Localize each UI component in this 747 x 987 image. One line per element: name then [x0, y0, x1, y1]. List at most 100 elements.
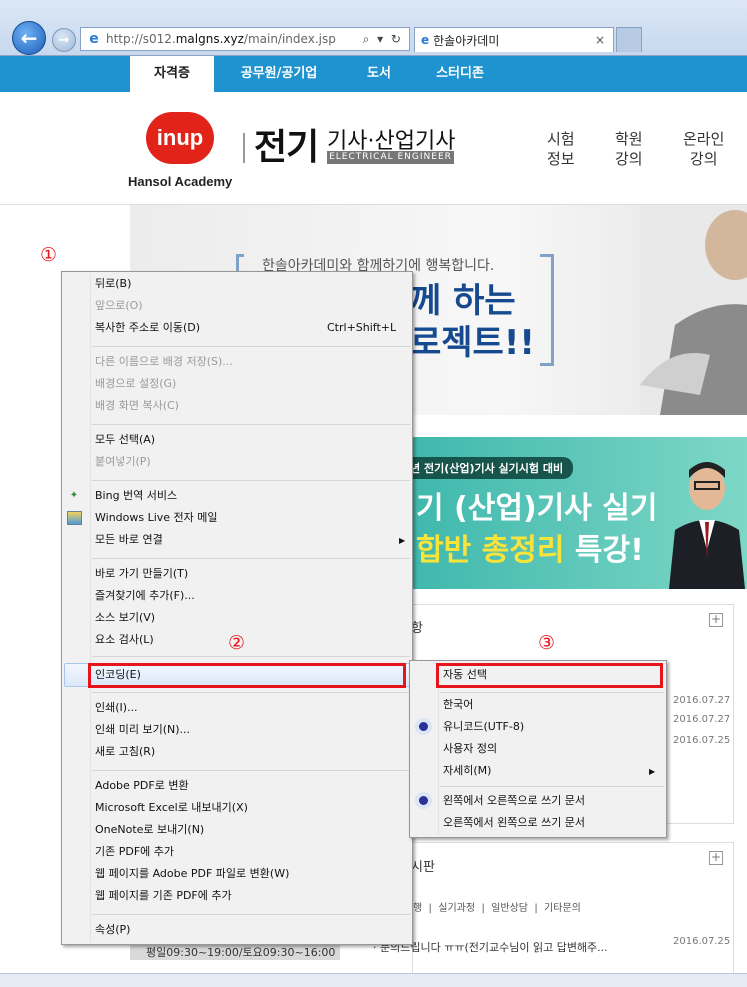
menu-item-forward[interactable]: 앞으로(O) [95, 296, 143, 316]
board-more-icon[interactable]: + [709, 851, 723, 865]
topnav-books[interactable]: 도서 [344, 56, 414, 92]
status-bar [0, 973, 747, 987]
address-tools-icons[interactable]: ⌕ ▾ ↻ [363, 32, 403, 47]
notice-date: 2016.07.25 [673, 735, 731, 746]
mainnav-academy[interactable]: 학원 강의 [615, 129, 643, 169]
hero-headline: 께 하는 로젝트!! [410, 280, 535, 364]
menu-item-save-background[interactable]: 다른 이름으로 배경 저장(S)... [95, 352, 233, 372]
mainnav-online[interactable]: 온라인강의 [683, 129, 724, 169]
step-marker-1: ① [40, 244, 58, 266]
mainnav-label: 정보 [547, 150, 575, 168]
menu-item-refresh[interactable]: 새로 고침(R) [95, 742, 155, 762]
submenu-item-utf8[interactable]: 유니코드(UTF-8) [443, 717, 524, 737]
submenu-separator [440, 786, 664, 787]
menu-separator [92, 424, 410, 425]
submenu-item-rtl[interactable]: 오른쪽에서 왼쪽으로 쓰기 문서 [443, 813, 585, 833]
promo-pill: 년 전기(산업)기사 실기시험 대비 [410, 457, 574, 479]
menu-item-create-shortcut[interactable]: 바로 가기 만들기(T) [95, 564, 188, 584]
menu-item-inspect[interactable]: 요소 검사(L) [95, 630, 154, 650]
site-top-nav: 자격증 공무원/공기업 도서 스터디존 [130, 56, 506, 92]
menu-item-print[interactable]: 인쇄(I)... [95, 698, 138, 718]
forward-button[interactable]: → [52, 28, 76, 52]
step-marker-3: ③ [538, 632, 556, 654]
mail-icon [67, 511, 82, 525]
new-tab-button[interactable] [616, 27, 642, 52]
instructor-photo [669, 462, 745, 589]
menu-separator [92, 480, 410, 481]
topnav-study-zone[interactable]: 스터디존 [414, 56, 506, 92]
hero-line2: 로젝트!! [410, 323, 535, 363]
bracket-right [540, 254, 554, 366]
promo-line2: 합반 총정리 특강! [416, 525, 644, 569]
menu-separator [92, 770, 410, 771]
menu-item-set-background[interactable]: 배경으로 설정(G) [95, 374, 176, 394]
tab-ie-icon: e [421, 33, 430, 47]
mainnav-label: 강의 [689, 150, 718, 168]
mainnav-label: 온라인 [683, 130, 725, 148]
menu-item-properties[interactable]: 속성(P) [95, 920, 130, 940]
menu-separator [92, 914, 410, 915]
menu-item-append-pdf[interactable]: 기존 PDF에 추가 [95, 842, 174, 862]
menu-item-bing-translate[interactable]: Bing 번역 서비스 [95, 486, 177, 506]
brand-main: 전기 [254, 127, 319, 168]
notice-date: 2016.07.27 [673, 714, 731, 725]
radio-checked-icon [419, 796, 428, 805]
mainnav-label: 시험 [547, 130, 575, 148]
back-button[interactable]: ← [12, 21, 46, 55]
menu-item-all-accelerators[interactable]: 모든 바로 연결 [95, 530, 163, 550]
step-marker-2: ② [228, 632, 246, 654]
topnav-certificate[interactable]: 자격증 [130, 56, 214, 92]
radio-checked-icon [419, 722, 428, 731]
inup-logo[interactable]: inup [146, 112, 214, 164]
menu-item-copy-background[interactable]: 배경 화면 복사(C) [95, 396, 179, 416]
url-text[interactable]: http://s012.malgns.xyz/main/index.jsp [106, 32, 336, 46]
menu-item-paste-go-shortcut: Ctrl+Shift+L [327, 321, 397, 334]
url-path: /main/index.jsp [243, 32, 336, 46]
address-bar[interactable]: e http://s012.malgns.xyz/main/index.jsp … [80, 27, 410, 51]
promo-highlight: 합반 총정리 [416, 533, 565, 568]
menu-item-add-favorites[interactable]: 즐겨찾기에 추가(F)... [95, 586, 195, 606]
menu-separator [92, 692, 410, 693]
submenu-item-more[interactable]: 자세히(M) [443, 761, 491, 781]
back-arrow-icon: ← [20, 26, 38, 50]
board-row-date: 2016.07.25 [673, 936, 731, 947]
submenu-item-ltr[interactable]: 왼쪽에서 오른쪽으로 쓰기 문서 [443, 791, 585, 811]
tab-title: 한솔아카데미 [433, 33, 500, 48]
promo-line1: 기 (산업)기사 실기 [416, 491, 658, 526]
menu-item-select-all[interactable]: 모두 선택(A) [95, 430, 155, 450]
hero-person-illustration [640, 205, 747, 415]
menu-item-paste[interactable]: 붙여넣기(P) [95, 452, 151, 472]
tab-close-icon[interactable]: × [595, 33, 605, 47]
submenu-arrow-icon: ▶ [399, 536, 406, 545]
menu-item-send-onenote[interactable]: OneNote로 보내기(N) [95, 820, 204, 840]
notice-more-icon[interactable]: + [709, 613, 723, 627]
board-panel: 시판 + 행 | 실기과정 | 일반상담 | 기타문의 · 문의드립니다 ㅠㅠ(… [373, 842, 734, 982]
menu-separator [92, 346, 410, 347]
menu-item-live-mail[interactable]: Windows Live 전자 메일 [95, 508, 218, 528]
menu-item-convert-page-pdf[interactable]: 웹 페이지를 Adobe PDF 파일로 변환(W) [95, 864, 289, 884]
promo-line2-rest: 특강! [564, 533, 644, 568]
menu-separator [92, 656, 410, 657]
submenu-item-user-defined[interactable]: 사용자 정의 [443, 739, 497, 759]
menu-item-paste-go[interactable]: 복사한 주소로 이동(D) [95, 318, 200, 338]
menu-item-view-source[interactable]: 소스 보기(V) [95, 608, 155, 628]
hero-line1: 께 하는 [410, 281, 516, 321]
notice-date: 2016.07.27 [673, 695, 731, 706]
ie-page-icon: e [89, 31, 99, 47]
submenu-item-korean[interactable]: 한국어 [443, 695, 473, 715]
highlight-auto-select-box [436, 663, 663, 688]
board-tabs[interactable]: 행 | 실기과정 | 일반상담 | 기타문의 [413, 899, 581, 914]
board-panel-title: 시판 [411, 860, 435, 875]
menu-item-print-preview[interactable]: 인쇄 미리 보기(N)... [95, 720, 190, 740]
logo-subtitle: Hansol Academy [128, 174, 233, 189]
topnav-civil-service[interactable]: 공무원/공기업 [214, 56, 344, 92]
menu-item-adobe-pdf[interactable]: Adobe PDF로 변환 [95, 776, 189, 796]
submenu-separator [440, 692, 664, 693]
url-prefix: http://s012. [106, 32, 176, 46]
browser-tab[interactable]: e 한솔아카데미 × [414, 27, 614, 52]
menu-item-export-excel[interactable]: Microsoft Excel로 내보내기(X) [95, 798, 248, 818]
submenu-more-arrow-icon: ▶ [649, 767, 656, 776]
mainnav-exam-info[interactable]: 시험정보 [547, 129, 575, 169]
menu-item-append-page-pdf[interactable]: 웹 페이지를 기존 PDF에 추가 [95, 886, 232, 906]
menu-item-back[interactable]: 뒤로(B) [95, 274, 131, 294]
